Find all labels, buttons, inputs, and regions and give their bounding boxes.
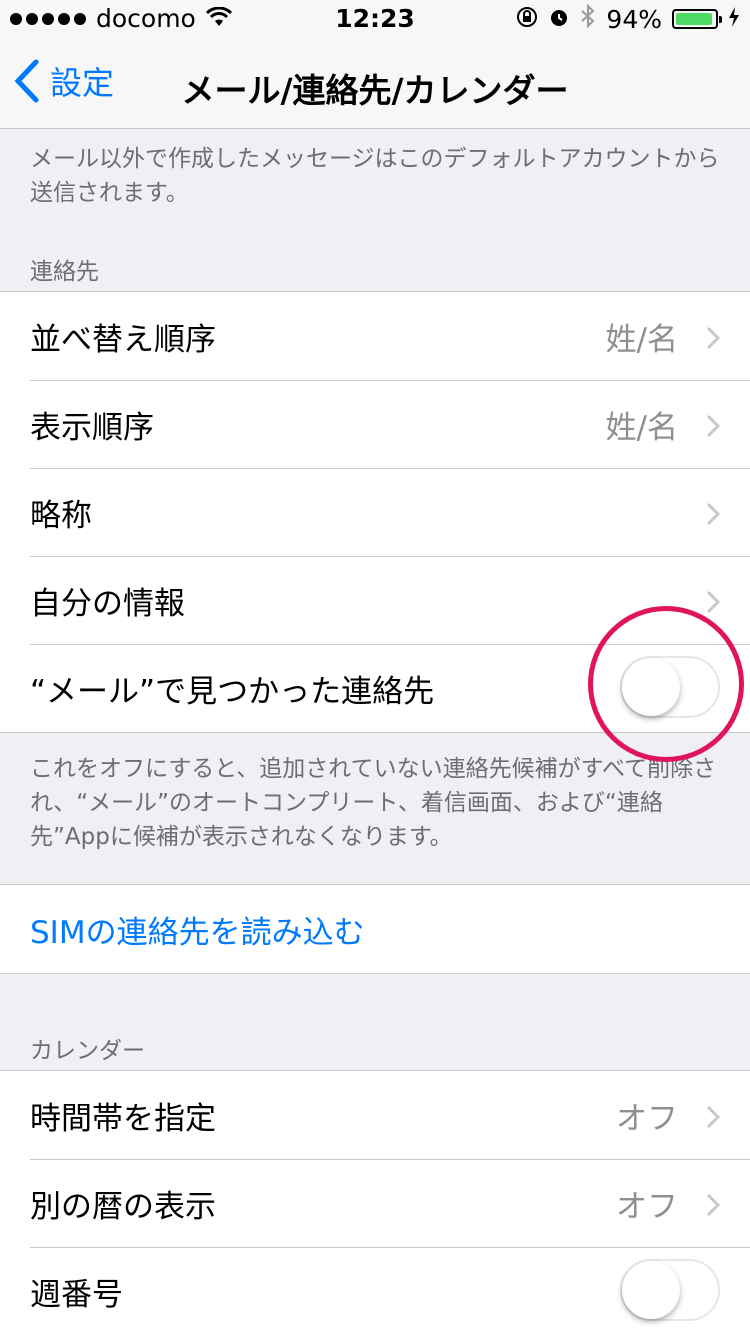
charging-icon xyxy=(728,5,740,34)
row-value: 姓/名 xyxy=(605,321,678,358)
alarm-icon xyxy=(548,5,570,34)
row-sort-order[interactable]: 並べ替え順序 姓/名 xyxy=(0,292,750,380)
chevron-right-icon xyxy=(706,414,720,438)
row-label: 並べ替え順序 xyxy=(30,321,216,358)
rotation-lock-icon xyxy=(516,5,538,34)
row-time-zone-override[interactable]: 時間帯を指定 オフ xyxy=(0,1071,750,1159)
chevron-right-icon xyxy=(706,1193,720,1217)
row-contacts-found-in-mail: “メール”で見つかった連絡先 xyxy=(0,644,750,732)
row-my-info[interactable]: 自分の情報 xyxy=(0,556,750,644)
chevron-right-icon xyxy=(706,326,720,350)
sim-group: SIMの連絡先を読み込む xyxy=(0,884,750,974)
toggle-knob xyxy=(622,658,680,716)
navigation-bar: 設定 メール/連絡先/カレンダー xyxy=(0,40,750,129)
chevron-right-icon xyxy=(706,590,720,614)
row-label: 時間帯を指定 xyxy=(30,1100,216,1137)
row-alternate-calendars[interactable]: 別の暦の表示 オフ xyxy=(0,1159,750,1247)
toggle-knob xyxy=(622,1261,680,1319)
row-label: “メール”で見つかった連絡先 xyxy=(30,673,435,710)
row-week-numbers: 週番号 xyxy=(0,1247,750,1335)
row-label: 略称 xyxy=(30,497,92,534)
row-label: 表示順序 xyxy=(30,409,154,446)
battery-icon xyxy=(672,9,722,29)
calendar-group: 時間帯を指定 オフ 別の暦の表示 オフ 週番号 xyxy=(0,1070,750,1335)
contacts-footer-note: これをオフにすると、追加されていない連絡先候補がすべて削除され、“メール”のオー… xyxy=(30,756,717,850)
row-value: 姓/名 xyxy=(605,409,678,446)
week-numbers-toggle[interactable] xyxy=(620,1259,720,1321)
import-sim-contacts-button[interactable]: SIMの連絡先を読み込む xyxy=(0,885,750,973)
row-label: 週番号 xyxy=(30,1276,123,1313)
chevron-right-icon xyxy=(706,502,720,526)
row-short-name[interactable]: 略称 xyxy=(0,468,750,556)
row-display-order[interactable]: 表示順序 姓/名 xyxy=(0,380,750,468)
section-header-contacts: 連絡先 xyxy=(30,259,99,285)
chevron-right-icon xyxy=(706,1105,720,1129)
row-label: SIMの連絡先を読み込む xyxy=(30,914,365,951)
row-value: オフ xyxy=(616,1188,678,1225)
section-header-calendar: カレンダー xyxy=(30,1038,145,1064)
status-bar: docomo 12:23 94% xyxy=(0,0,750,40)
default-account-note: メール以外で作成したメッセージはこのデフォルトアカウントから送信されます。 xyxy=(30,146,720,206)
row-value: オフ xyxy=(616,1100,678,1137)
contacts-group: 並べ替え順序 姓/名 表示順序 姓/名 略称 自分の情報 “メール”で見つかった… xyxy=(0,291,750,733)
row-label: 自分の情報 xyxy=(30,585,185,622)
contacts-found-in-mail-toggle[interactable] xyxy=(620,656,720,718)
row-label: 別の暦の表示 xyxy=(30,1188,216,1225)
page-title: メール/連絡先/カレンダー xyxy=(181,71,569,110)
battery-percent: 94% xyxy=(606,4,662,34)
bluetooth-icon xyxy=(580,3,596,34)
